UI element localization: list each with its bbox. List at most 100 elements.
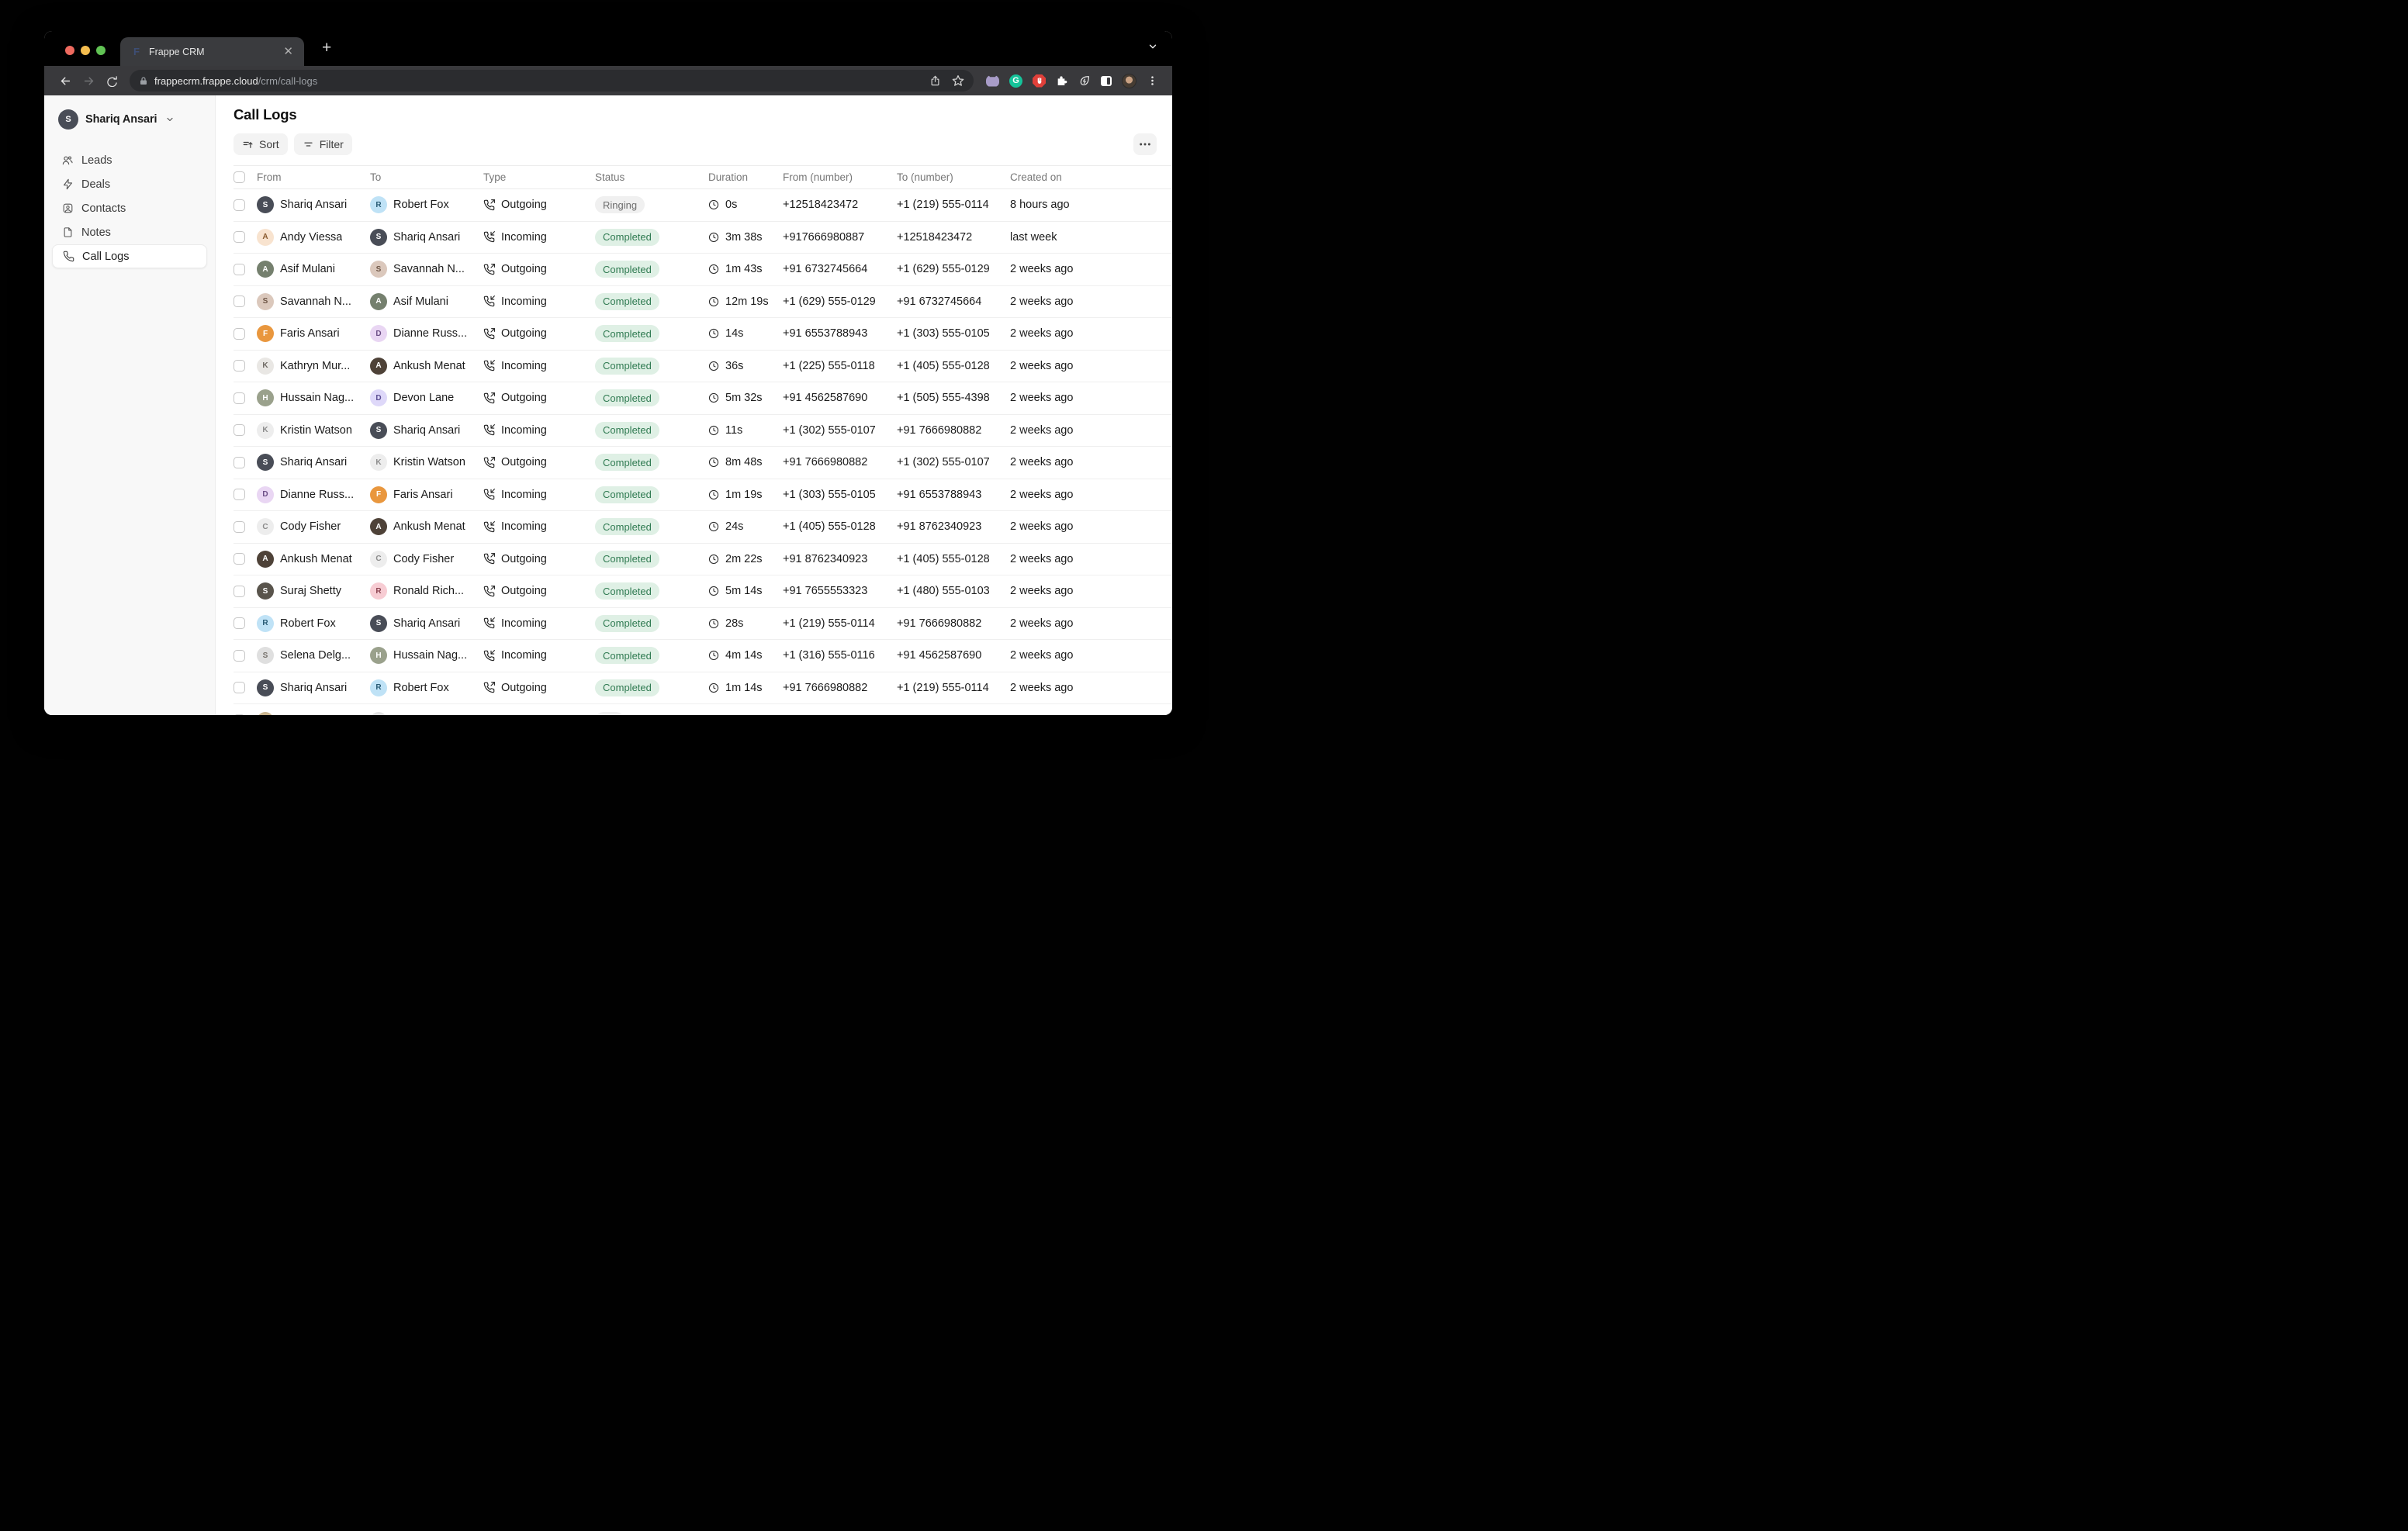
table-row[interactable]: AAndy ViessaSShariq AnsariIncomingComple… [234, 222, 1172, 254]
table-row[interactable]: SSavannah N...AAsif MulaniIncomingComple… [234, 286, 1172, 319]
octocat-extension-icon[interactable] [986, 75, 999, 87]
chevron-down-icon [165, 115, 175, 124]
to-avatar: A [370, 358, 387, 375]
adblock-extension-icon[interactable] [1033, 74, 1046, 88]
row-checkbox[interactable] [234, 553, 245, 565]
table-row[interactable]: KKathryn Mur...AAnkush MenatIncomingComp… [234, 351, 1172, 383]
sidebar-item-notes[interactable]: Notes [52, 220, 207, 244]
table-row[interactable]: AAnkush MenatCCody FisherOutgoingComplet… [234, 544, 1172, 576]
table-row[interactable]: SShariq AnsariRRobert FoxOutgoingRinging… [234, 189, 1172, 222]
call-type: Incoming [501, 424, 547, 437]
column-header-type: Type [483, 171, 595, 183]
row-checkbox[interactable] [234, 714, 245, 715]
row-checkbox[interactable] [234, 392, 245, 404]
call-type: Incoming [501, 295, 547, 308]
to-avatar: R [370, 582, 387, 600]
user-menu[interactable]: S Shariq Ansari [52, 106, 207, 133]
column-header-duration: Duration [708, 171, 783, 183]
table-row[interactable]: KKristin WatsonSShariq AnsariIncomingCom… [234, 415, 1172, 448]
back-icon[interactable] [55, 71, 75, 91]
table-row[interactable]: SSuraj ShettyRRonald Rich...OutgoingComp… [234, 575, 1172, 608]
table-row[interactable]: SShariq AnsariRRobert FoxOutgoingComplet… [234, 672, 1172, 705]
row-checkbox[interactable] [234, 650, 245, 662]
table-row[interactable]: CCody FisherAAnkush MenatIncomingComplet… [234, 511, 1172, 544]
status-badge: Completed [595, 454, 659, 471]
clock-icon [708, 586, 719, 596]
row-checkbox[interactable] [234, 521, 245, 533]
created-on: 8 hours ago [1010, 199, 1070, 211]
row-checkbox[interactable] [234, 617, 245, 629]
table-row[interactable]: SSelena Delg...HHussain Nag...IncomingCo… [234, 640, 1172, 672]
row-checkbox[interactable] [234, 328, 245, 340]
row-checkbox[interactable] [234, 199, 245, 211]
from-number: +1 (629) 555-0129 [783, 295, 876, 308]
share-icon[interactable] [929, 74, 941, 87]
forward-icon[interactable] [78, 71, 99, 91]
table-row[interactable]: SShariq AnsariKKristin WatsonOutgoingCom… [234, 447, 1172, 479]
menu-dots-icon[interactable] [1147, 74, 1158, 87]
to-avatar: S [370, 261, 387, 278]
duration: 1m 19s [725, 489, 763, 501]
close-window-button[interactable] [65, 46, 74, 55]
sort-button[interactable]: Sort [234, 133, 288, 155]
row-checkbox[interactable] [234, 457, 245, 468]
call-type: Incoming [501, 520, 547, 533]
clock-icon [708, 425, 719, 436]
from-avatar: S [257, 293, 274, 310]
sidebar-item-contacts[interactable]: Contacts [52, 196, 207, 220]
table-row[interactable]: RRobert FoxSShariq AnsariIncomingComplet… [234, 608, 1172, 641]
tab-search-chevron-icon[interactable] [1147, 41, 1158, 52]
new-tab-button[interactable]: + [317, 39, 336, 57]
created-on: 2 weeks ago [1010, 327, 1073, 340]
incoming-call-icon [483, 295, 495, 307]
clock-icon [708, 296, 719, 307]
grammarly-extension-icon[interactable]: G [1009, 74, 1022, 88]
sidebar-item-leads[interactable]: Leads [52, 148, 207, 172]
sidebar-item-call-logs[interactable]: Call Logs [52, 244, 207, 268]
duration: 1m 14s [725, 682, 763, 694]
select-all-checkbox[interactable] [234, 171, 245, 183]
table-header: From To Type Status Duration From (numbe… [234, 165, 1172, 189]
to-name: Ronald Rich... [393, 585, 464, 597]
incoming-call-icon [483, 650, 495, 662]
row-checkbox[interactable] [234, 586, 245, 597]
browser-tab[interactable]: F Frappe CRM ✕ [120, 37, 304, 66]
address-bar[interactable]: frappecrm.frappe.cloud/crm/call-logs [130, 70, 974, 92]
sidebar-item-deals[interactable]: Deals [52, 172, 207, 196]
to-number: +91 6732745664 [897, 295, 981, 308]
row-checkbox[interactable] [234, 231, 245, 243]
profile-avatar[interactable] [1122, 74, 1137, 88]
call-type: Incoming [501, 231, 547, 244]
row-checkbox[interactable] [234, 295, 245, 307]
minimize-window-button[interactable] [81, 46, 90, 55]
row-checkbox[interactable] [234, 489, 245, 500]
to-avatar: K [370, 454, 387, 471]
from-avatar: A [257, 229, 274, 246]
crm-app: S Shariq Ansari Leads [44, 95, 1172, 715]
extensions-puzzle-icon[interactable] [1056, 74, 1068, 87]
table-row[interactable]: AAsif MulaniSSavannah N...OutgoingComple… [234, 254, 1172, 286]
bookmark-star-icon[interactable] [952, 74, 964, 87]
leaf-extension-icon[interactable] [1078, 74, 1091, 87]
reload-icon[interactable] [102, 71, 122, 91]
tab-strip: F Frappe CRM ✕ + [44, 31, 1172, 66]
table-row[interactable]: DDianne Russ...FFaris AnsariIncomingComp… [234, 479, 1172, 512]
created-on: 2 weeks ago [1010, 489, 1073, 501]
row-checkbox[interactable] [234, 424, 245, 436]
status-badge: Completed [595, 422, 659, 439]
table-row[interactable]: FFaris AnsariDDianne Russ...OutgoingComp… [234, 318, 1172, 351]
from-avatar: R [257, 615, 274, 632]
row-checkbox[interactable] [234, 360, 245, 372]
table-row-partial[interactable] [234, 704, 1172, 715]
more-options-button[interactable] [1133, 133, 1157, 155]
filter-button[interactable]: Filter [294, 133, 352, 155]
table-row[interactable]: HHussain Nag...DDevon LaneOutgoingComple… [234, 382, 1172, 415]
user-avatar: S [58, 109, 78, 130]
window-controls[interactable] [65, 46, 106, 55]
zoom-window-button[interactable] [96, 46, 106, 55]
side-panel-icon[interactable] [1101, 76, 1112, 86]
tab-close-icon[interactable]: ✕ [280, 44, 296, 59]
row-checkbox[interactable] [234, 264, 245, 275]
to-name: Kristin Watson [393, 456, 465, 468]
row-checkbox[interactable] [234, 682, 245, 693]
